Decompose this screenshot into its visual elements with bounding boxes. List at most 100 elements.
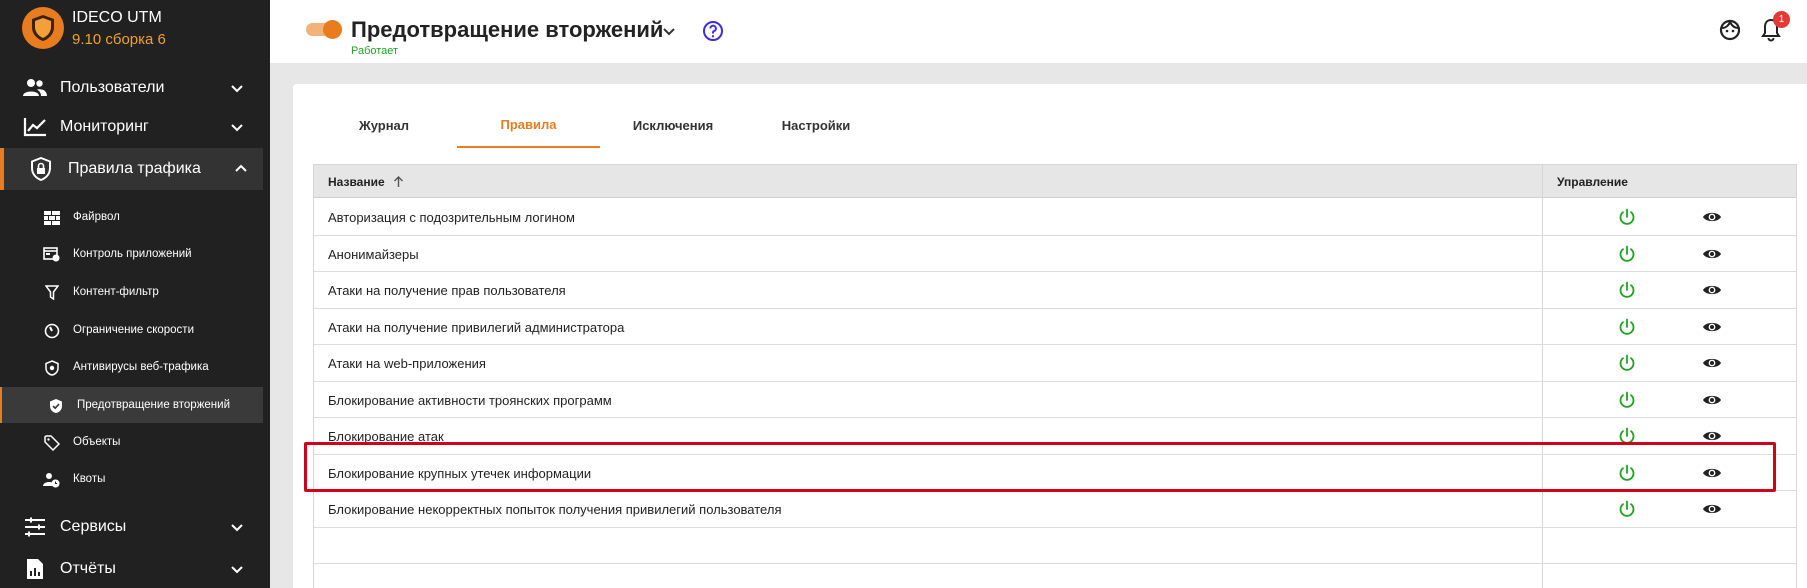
filter-icon [43, 284, 60, 301]
sliders-icon [22, 515, 48, 539]
table-row[interactable]: Блокирование крупных утечек информации [314, 455, 1796, 491]
view-eye-icon[interactable] [1702, 392, 1722, 408]
app-control-icon [43, 246, 60, 263]
rule-name: Блокирование крупных утечек информации [328, 465, 592, 481]
power-toggle-icon[interactable] [1618, 427, 1636, 445]
power-toggle-icon[interactable] [1618, 208, 1636, 226]
chart-line-icon [22, 115, 48, 139]
brick-wall-icon [43, 209, 60, 226]
support-icon[interactable] [1719, 19, 1741, 41]
sidebar-item-label: Объекты [73, 436, 121, 448]
sidebar-item-firewall[interactable]: Файрвол [0, 199, 263, 235]
shield-lock-icon [28, 157, 54, 181]
ideco-logo [22, 7, 64, 49]
sidebar-group-label: Пользователи [60, 79, 165, 96]
sidebar-item-intrusion-prevention[interactable]: Предотвращение вторжений [0, 387, 263, 423]
shield-icon [43, 359, 60, 376]
power-toggle-icon[interactable] [1618, 391, 1636, 409]
tab-exceptions[interactable]: Исключения [610, 102, 736, 148]
sidebar-group-services[interactable]: Сервисы [0, 506, 263, 548]
sort-arrow-up-icon[interactable] [392, 175, 405, 188]
sidebar-item-label: Квоты [73, 473, 106, 485]
table-row[interactable] [314, 528, 1796, 564]
sidebar-group-monitoring[interactable]: Мониторинг [0, 106, 263, 148]
user-clock-icon [43, 471, 60, 488]
chevron-down-icon [231, 85, 243, 93]
tab-settings[interactable]: Настройки [753, 102, 879, 148]
table-row[interactable]: Атаки на получение прав пользователя [314, 272, 1796, 309]
table-row[interactable]: Авторизация с подозрительным логином [314, 199, 1796, 236]
chevron-down-icon[interactable] [661, 23, 677, 39]
sidebar-item-label: Антивирусы веб-трафика [73, 361, 209, 373]
rule-name: Атаки на получение прав пользователя [328, 283, 566, 298]
tab-rules[interactable]: Правила [457, 102, 600, 148]
chevron-up-icon [235, 164, 247, 172]
sidebar-item-label: Файрвол [73, 211, 120, 223]
sidebar-item-web-antivirus[interactable]: Антивирусы веб-трафика [0, 349, 263, 385]
sidebar-item-quotas[interactable]: Квоты [0, 461, 263, 497]
sidebar: IDECO UTM 9.10 сборка 6 Пользователи Мон… [0, 0, 270, 588]
sidebar-item-objects[interactable]: Объекты [0, 424, 263, 460]
sidebar-item-app-control[interactable]: Контроль приложений [0, 236, 263, 272]
sidebar-item-label: Предотвращение вторжений [77, 399, 230, 411]
tab-journal[interactable]: Журнал [331, 102, 437, 148]
notification-badge: 1 [1773, 11, 1790, 28]
sidebar-item-speed-limit[interactable]: Ограничение скорости [0, 312, 263, 348]
view-eye-icon[interactable] [1702, 465, 1722, 481]
sidebar-item-label: Контроль приложений [73, 248, 192, 260]
page-title: Предотвращение вторжений [351, 17, 664, 42]
chevron-down-icon [231, 124, 243, 132]
chevron-down-icon [231, 566, 243, 574]
view-eye-icon[interactable] [1702, 209, 1722, 225]
rule-name: Блокирование некорректных попыток получе… [328, 502, 782, 517]
brand[interactable]: IDECO UTM 9.10 сборка 6 [22, 7, 166, 49]
sidebar-group-label: Правила трафика [68, 160, 201, 177]
chevron-down-icon [231, 524, 243, 532]
help-icon[interactable] [702, 20, 724, 42]
column-header-actions: Управление [1557, 175, 1628, 189]
table-row[interactable]: Блокирование некорректных попыток получе… [314, 491, 1796, 528]
rule-name: Авторизация с подозрительным логином [328, 210, 575, 225]
view-eye-icon[interactable] [1702, 428, 1722, 444]
column-header-name[interactable]: Название [328, 175, 385, 189]
view-eye-icon[interactable] [1702, 501, 1722, 517]
rule-name: Блокирование активности троянских програ… [328, 392, 612, 408]
rule-name: Атаки на получение привилегий администра… [328, 319, 625, 335]
table-row[interactable]: Атаки на web-приложения [314, 345, 1796, 382]
power-toggle-icon[interactable] [1618, 500, 1636, 518]
module-status: Работает [351, 45, 399, 57]
power-toggle-icon[interactable] [1618, 318, 1636, 336]
sidebar-group-label: Мониторинг [60, 118, 149, 135]
module-enabled-toggle[interactable] [306, 20, 342, 39]
sidebar-group-users[interactable]: Пользователи [0, 67, 263, 109]
view-eye-icon[interactable] [1702, 246, 1722, 262]
sidebar-group-label: Отчёты [60, 560, 116, 577]
table-header: Название Управление [314, 165, 1796, 198]
rule-name: Анонимайзеры [328, 246, 419, 262]
rules-table: Название Управление Авторизация с подозр… [313, 164, 1797, 588]
users-icon [22, 76, 48, 100]
view-eye-icon[interactable] [1702, 282, 1722, 298]
table-row[interactable]: Блокирование атак [314, 418, 1796, 455]
sidebar-item-content-filter[interactable]: Контент-фильтр [0, 274, 263, 310]
table-row[interactable]: Атаки на получение привилегий администра… [314, 309, 1796, 345]
power-toggle-icon[interactable] [1618, 281, 1636, 299]
view-eye-icon[interactable] [1702, 355, 1722, 371]
power-toggle-icon[interactable] [1618, 245, 1636, 263]
app-name: IDECO UTM [72, 8, 162, 26]
rule-name: Блокирование атак [328, 429, 444, 444]
sidebar-group-traffic-rules[interactable]: Правила трафика [0, 148, 263, 190]
table-row[interactable]: Блокирование активности троянских програ… [314, 382, 1796, 418]
power-toggle-icon[interactable] [1618, 464, 1636, 482]
rule-name: Атаки на web-приложения [328, 356, 486, 371]
sidebar-group-reports[interactable]: Отчёты [0, 548, 263, 588]
power-toggle-icon[interactable] [1618, 354, 1636, 372]
sidebar-item-label: Контент-фильтр [73, 286, 159, 298]
shield-check-icon [47, 397, 64, 414]
view-eye-icon[interactable] [1702, 319, 1722, 335]
sidebar-group-label: Сервисы [60, 518, 127, 535]
speedometer-icon [43, 322, 60, 339]
report-icon [22, 557, 48, 581]
table-row[interactable]: Анонимайзеры [314, 236, 1796, 272]
app-version: 9.10 сборка 6 [72, 30, 166, 48]
